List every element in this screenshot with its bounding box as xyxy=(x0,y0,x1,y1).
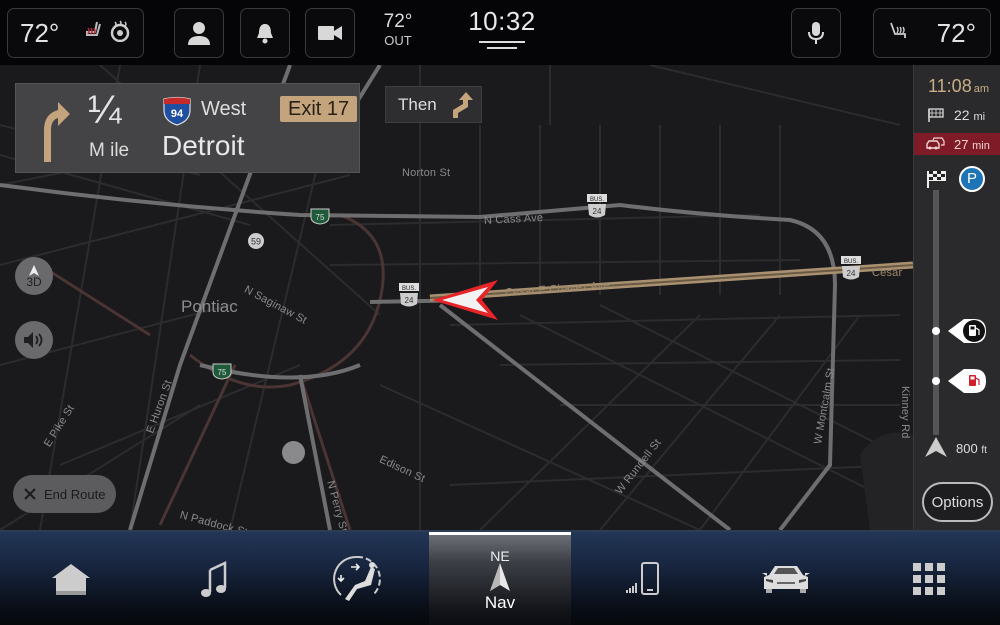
svg-text:24: 24 xyxy=(847,269,856,278)
street-label: Kinney Rd xyxy=(899,386,911,439)
passenger-heated-seat-icon[interactable] xyxy=(888,20,910,47)
svg-text:BUS.: BUS. xyxy=(844,259,858,265)
fuel-stop-pin-icon[interactable] xyxy=(946,367,988,395)
eta: 11:08 am xyxy=(928,76,989,96)
status-bar: 72° 72° OUT 10:32 72° xyxy=(0,0,1000,65)
svg-text:24: 24 xyxy=(405,296,414,305)
next-maneuver-card[interactable]: Then xyxy=(385,86,482,123)
voice-guidance-volume-button[interactable] xyxy=(15,321,53,359)
route-59-shield: 59 xyxy=(247,232,265,255)
view-mode-3d-button[interactable]: 3D xyxy=(15,257,53,295)
map-location-marker[interactable] xyxy=(282,441,305,464)
microphone-icon xyxy=(808,22,824,44)
menu-handle-icon[interactable] xyxy=(479,41,525,49)
interstate-75-shield: 75 xyxy=(310,207,330,230)
vehicle-position-arrow-icon xyxy=(432,280,498,320)
turn-instruction-card[interactable]: ¼ M ile 94 West Detroit Exit 17 xyxy=(15,83,360,173)
nav-label: Nav xyxy=(484,593,516,612)
route-progress-track xyxy=(933,190,939,435)
passenger-climate-button[interactable]: 72° xyxy=(873,8,991,58)
nav-item-comfort[interactable] xyxy=(286,532,429,625)
business-24-shield: BUS. 24 xyxy=(840,255,862,288)
close-icon xyxy=(24,488,36,500)
phone-signal-icon xyxy=(625,561,659,595)
gas-station-pin-icon[interactable] xyxy=(946,317,988,345)
interstate-75-shield: 75 xyxy=(212,362,232,385)
highway-direction: West xyxy=(201,98,247,120)
svg-text:75: 75 xyxy=(316,213,325,222)
nav-item-apps[interactable] xyxy=(857,532,1000,625)
heated-seat-icon[interactable] xyxy=(83,20,103,47)
parking-icon[interactable]: P xyxy=(959,166,985,192)
camera-button[interactable] xyxy=(305,8,355,58)
heated-steering-wheel-icon[interactable] xyxy=(109,19,131,47)
distance-remaining: 22 mi xyxy=(928,107,985,123)
nav-item-home[interactable] xyxy=(0,532,143,625)
compass-arrow-icon xyxy=(490,563,510,591)
svg-text:BUS.: BUS. xyxy=(402,286,416,292)
svg-text:59: 59 xyxy=(251,237,261,247)
app-grid-icon xyxy=(912,562,945,595)
street-label: Norton St xyxy=(402,167,451,179)
nav-item-phone[interactable] xyxy=(571,532,714,625)
home-icon xyxy=(52,563,91,595)
speaker-icon xyxy=(24,332,43,348)
outside-temperature: 72° OUT xyxy=(383,11,413,48)
bottom-navigation-bar: NE Nav xyxy=(0,530,1000,625)
voice-command-button[interactable] xyxy=(791,8,841,58)
svg-text:BUS.: BUS. xyxy=(590,197,604,203)
maneuver-distance-unit: M ile xyxy=(89,140,130,161)
poi-marker-dot xyxy=(932,327,940,335)
poi-marker-dot xyxy=(932,377,940,385)
bell-icon xyxy=(257,24,273,44)
street-label: Cesar xyxy=(872,267,903,279)
route-progress-panel: 11:08 am 22 mi 27 min P 800 ft Options xyxy=(913,65,1000,530)
car-icon xyxy=(761,565,810,593)
traffic-delay[interactable]: 27 min xyxy=(914,133,1000,155)
user-profile-icon xyxy=(188,22,210,45)
business-24-shield: BUS. 24 xyxy=(398,282,420,315)
interstate-94-shield-icon: 94 xyxy=(163,96,191,126)
profile-button[interactable] xyxy=(174,8,224,58)
nav-item-vehicle[interactable] xyxy=(714,532,857,625)
clock[interactable]: 10:32 xyxy=(465,6,539,49)
driver-temp: 72° xyxy=(20,17,60,48)
svg-text:94: 94 xyxy=(171,108,184,120)
checkered-flag-icon xyxy=(927,171,946,188)
end-route-button[interactable]: End Route xyxy=(13,475,116,513)
destination-name: Detroit xyxy=(162,130,245,161)
nav-item-nav[interactable]: NE Nav xyxy=(428,532,572,625)
maneuver-distance: ¼ xyxy=(88,88,122,132)
current-position-arrow-icon xyxy=(925,437,947,457)
bear-right-arrow-icon xyxy=(452,91,473,118)
turn-right-arrow-icon xyxy=(44,102,70,162)
exit-badge: Exit 17 xyxy=(280,96,358,122)
music-note-icon xyxy=(201,560,227,597)
business-24-shield: BUS. 24 xyxy=(586,193,608,226)
compass-heading: NE xyxy=(490,548,510,564)
seat-comfort-icon xyxy=(333,555,382,601)
then-label: Then xyxy=(398,94,437,114)
navigation-map[interactable]: Pontiac Norton St N Cass Ave N Saginaw S… xyxy=(0,65,913,530)
next-event-distance: 800 ft xyxy=(956,441,987,456)
city-label-pontiac: Pontiac xyxy=(181,297,238,316)
passenger-temp: 72° xyxy=(936,17,976,48)
clock-time: 10:32 xyxy=(468,6,536,36)
video-camera-icon xyxy=(318,26,342,40)
svg-text:24: 24 xyxy=(593,207,602,216)
destination-flag-icon xyxy=(928,108,944,122)
svg-text:75: 75 xyxy=(218,368,227,377)
traffic-cars-icon xyxy=(926,137,945,150)
route-options-button[interactable]: Options xyxy=(922,482,993,522)
nav-item-media[interactable] xyxy=(143,532,286,625)
driver-climate-button[interactable]: 72° xyxy=(7,8,144,58)
notifications-button[interactable] xyxy=(240,8,290,58)
